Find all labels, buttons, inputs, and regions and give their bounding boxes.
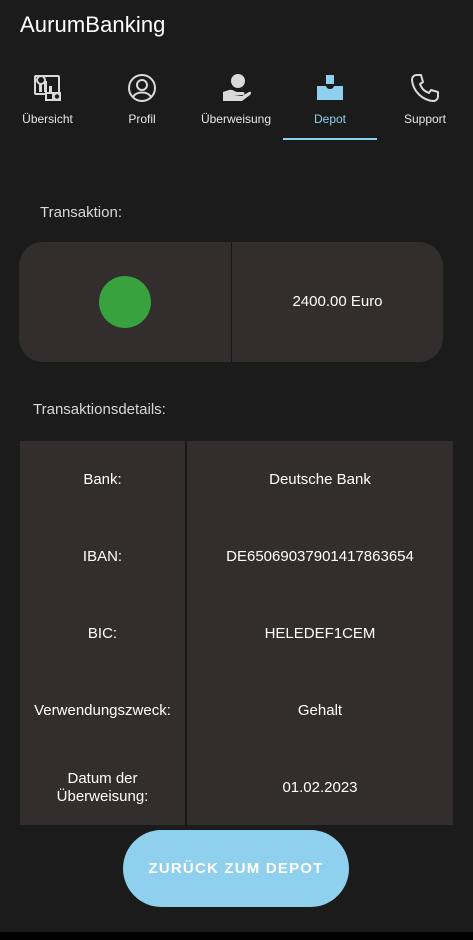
detail-row-bank: Bank: Deutsche Bank xyxy=(20,441,453,518)
detail-value: Deutsche Bank xyxy=(269,471,371,488)
details-table: Bank: Deutsche Bank IBAN: DE650690379014… xyxy=(20,441,453,825)
transaction-status-indicator xyxy=(99,276,151,328)
tab-transfer-label: Überweisung xyxy=(200,112,272,126)
tab-support-label: Support xyxy=(403,112,447,126)
detail-row-bic: BIC: HELEDEF1CEM xyxy=(20,595,453,672)
detail-label: BIC: xyxy=(87,624,118,642)
detail-row-iban: IBAN: DE65069037901417863654 xyxy=(20,518,453,595)
detail-value: HELEDEF1CEM xyxy=(264,625,376,642)
tab-support[interactable]: Support xyxy=(377,60,473,144)
detail-label: Bank: xyxy=(83,470,122,488)
tab-profile-label: Profil xyxy=(128,112,156,126)
phone-icon xyxy=(411,74,439,102)
tab-overview[interactable]: Übersicht xyxy=(0,60,95,144)
tab-profile[interactable]: Profil xyxy=(95,60,189,144)
transaction-heading: Transaktion: xyxy=(40,204,122,221)
tab-transfer[interactable]: Überweisung xyxy=(189,60,283,144)
detail-label: IBAN: xyxy=(82,547,123,565)
tab-depot[interactable]: Depot xyxy=(283,60,377,144)
tab-overview-label: Übersicht xyxy=(22,112,73,126)
active-tab-indicator xyxy=(283,138,377,140)
detail-row-date: Datum der Überweisung: 01.02.2023 xyxy=(20,749,453,826)
back-to-depot-button[interactable]: ZURÜCK ZUM DEPOT xyxy=(123,830,349,907)
detail-label: Datum der Überweisung: xyxy=(56,769,149,805)
transfer-hand-icon xyxy=(223,74,252,101)
transaction-card: 2400.00 Euro xyxy=(19,242,443,362)
tab-bar: Übersicht Profil Überweisung Depot Suppo… xyxy=(0,60,473,144)
system-navigation-bar xyxy=(0,932,473,940)
detail-label: Verwendungszweck: xyxy=(34,701,171,719)
profile-icon xyxy=(128,74,156,102)
detail-value: Gehalt xyxy=(297,702,343,719)
tab-depot-label: Depot xyxy=(313,112,347,126)
details-heading: Transaktionsdetails: xyxy=(33,401,166,418)
overview-chart-icon xyxy=(33,75,61,101)
detail-value: 01.02.2023 xyxy=(282,779,358,796)
depot-icon xyxy=(317,75,343,100)
transaction-amount: 2400.00 Euro xyxy=(292,293,383,310)
detail-row-purpose: Verwendungszweck: Gehalt xyxy=(20,672,453,749)
app-title: AurumBanking xyxy=(20,12,166,37)
detail-value: DE65069037901417863654 xyxy=(226,548,414,565)
